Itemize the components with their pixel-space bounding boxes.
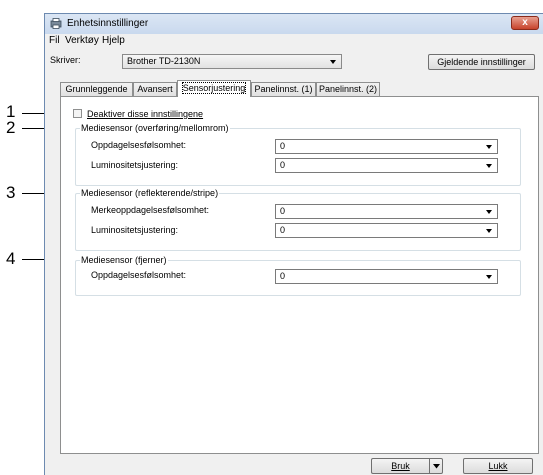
chevron-down-icon xyxy=(486,229,492,233)
chevron-down-icon xyxy=(486,275,492,279)
detection-sensitivity-value: 0 xyxy=(280,141,286,151)
tab-sensor-adjustment[interactable]: Sensorjustering xyxy=(177,80,251,97)
mark-detection-sensitivity-select[interactable]: 0 xyxy=(275,204,498,219)
title-bar[interactable]: Enhetsinnstillinger x xyxy=(45,14,543,35)
tab-basic-label: Grunnleggende xyxy=(65,84,128,94)
close-button[interactable]: x xyxy=(511,16,539,30)
chevron-down-icon xyxy=(486,164,492,168)
apply-dropdown-button[interactable] xyxy=(429,458,443,474)
luminosity-adjustment-select[interactable]: 0 xyxy=(275,223,498,238)
detection-sensitivity-label: Oppdagelsesfølsomhet: xyxy=(91,140,187,150)
luminosity-adjustment-label: Luminositetsjustering: xyxy=(91,225,179,235)
disable-settings-label[interactable]: Deaktiver disse innstillingene xyxy=(87,109,203,119)
printer-select[interactable]: Brother TD-2130N xyxy=(122,54,342,69)
printer-label: Skriver: xyxy=(50,55,81,65)
settings-window: Enhetsinnstillinger x Fil Verktøy Hjelp … xyxy=(44,13,543,475)
disable-settings-text: Deaktiver disse innstillingene xyxy=(87,109,204,119)
detection-sensitivity-select[interactable]: 0 xyxy=(275,139,498,154)
close-icon: x xyxy=(522,17,528,28)
tab-basic[interactable]: Grunnleggende xyxy=(60,82,133,96)
tab-sensor-adjustment-label: Sensorjustering xyxy=(181,82,247,94)
mark-detection-sensitivity-value: 0 xyxy=(280,206,286,216)
sensor-settings-panel: Deaktiver disse innstillingene Mediesens… xyxy=(60,96,539,454)
luminosity-adjustment-label: Luminositetsjustering: xyxy=(91,160,179,170)
menu-tools[interactable]: Verktøy xyxy=(65,35,99,46)
detection-sensitivity-label: Oppdagelsesfølsomhet: xyxy=(91,270,187,280)
tab-panel-settings-1-label: Panelinnst. (1) xyxy=(254,84,313,94)
media-sensor-peeler-group: Mediesensor (fjerner) Oppdagelsesfølsomh… xyxy=(75,255,521,296)
callout-3: 3 xyxy=(6,183,16,202)
luminosity-adjustment-value: 0 xyxy=(280,225,286,235)
luminosity-adjustment-select[interactable]: 0 xyxy=(275,158,498,173)
media-sensor-reflective-group: Mediesensor (reflekterende/stripe) Merke… xyxy=(75,188,521,251)
close-dialog-label: Lukk xyxy=(488,461,508,471)
close-dialog-button[interactable]: Lukk xyxy=(463,458,533,474)
window-title: Enhetsinnstillinger xyxy=(67,18,149,29)
disable-settings-checkbox[interactable] xyxy=(73,109,82,118)
luminosity-adjustment-value: 0 xyxy=(280,160,286,170)
apply-button-label: Bruk xyxy=(391,461,410,471)
chevron-down-icon xyxy=(330,60,336,64)
callout-2: 2 xyxy=(6,118,16,137)
chevron-down-icon xyxy=(432,464,440,469)
current-settings-button[interactable]: Gjeldende innstillinger xyxy=(428,54,535,70)
printer-settings-icon xyxy=(50,18,62,29)
tab-advanced[interactable]: Avansert xyxy=(133,82,177,96)
group-title: Mediesensor (overføring/mellomrom) xyxy=(80,123,230,134)
mark-detection-sensitivity-label: Merkeoppdagelsesfølsomhet: xyxy=(91,205,210,215)
printer-select-value: Brother TD-2130N xyxy=(127,56,201,66)
menu-help[interactable]: Hjelp xyxy=(102,35,125,46)
group-title: Mediesensor (reflekterende/stripe) xyxy=(80,188,220,199)
peeler-detection-sensitivity-value: 0 xyxy=(280,271,286,281)
media-sensor-transmissive-group: Mediesensor (overføring/mellomrom) Oppda… xyxy=(75,123,521,186)
tab-panel-settings-1[interactable]: Panelinnst. (1) xyxy=(251,82,316,96)
tab-advanced-label: Avansert xyxy=(137,84,173,94)
tab-panel-settings-2-label: Panelinnst. (2) xyxy=(318,84,378,94)
chevron-down-icon xyxy=(486,145,492,149)
menu-bar: Fil Verktøy Hjelp xyxy=(45,34,543,48)
menu-file[interactable]: Fil xyxy=(49,35,60,46)
chevron-down-icon xyxy=(486,210,492,214)
tab-panel-settings-2[interactable]: Panelinnst. (2) xyxy=(316,82,380,96)
callout-4: 4 xyxy=(6,249,16,268)
peeler-detection-sensitivity-select[interactable]: 0 xyxy=(275,269,498,284)
group-title: Mediesensor (fjerner) xyxy=(80,255,168,266)
apply-button[interactable]: Bruk xyxy=(371,458,429,474)
